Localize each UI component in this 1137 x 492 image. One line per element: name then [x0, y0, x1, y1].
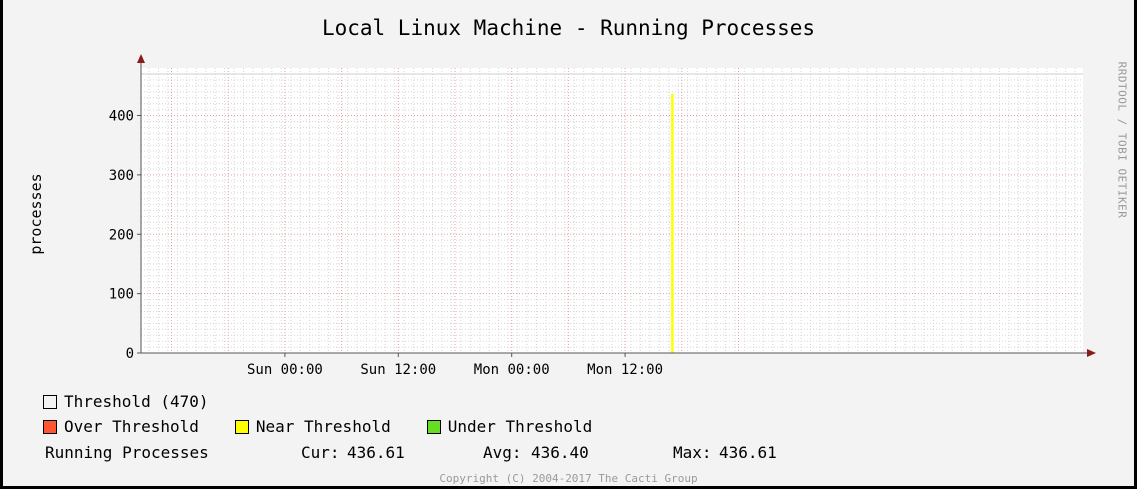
stats-series-label: Running Processes: [45, 443, 209, 462]
y-tick-label: 300: [109, 168, 134, 184]
copyright-text: Copyright (C) 2004-2017 The Cacti Group: [439, 472, 698, 485]
x-axis-arrow: [1087, 349, 1096, 357]
legend-swatch-threshold: [43, 394, 57, 409]
legend-item-threshold: Threshold (470): [43, 392, 209, 411]
legend-row-stats: Running Processes Cur: 436.61 Avg: 436.4…: [45, 443, 777, 462]
y-tick-label: 200: [109, 227, 134, 243]
stats-cur-label: Cur:: [301, 443, 340, 462]
y-tick-label: 100: [109, 287, 134, 303]
legend-row-levels: Over Threshold Near Threshold Under Thre…: [43, 417, 628, 436]
stats-cur-value: 436.61: [347, 443, 405, 462]
legend-label-under: Under Threshold: [447, 417, 593, 436]
x-tick-label: Mon 12:00: [587, 362, 663, 378]
legend-row-threshold: Threshold (470): [43, 392, 245, 411]
legend-item-near: Near Threshold: [234, 417, 391, 436]
legend-swatch-over: [43, 419, 57, 434]
stats-max-label: Max:: [673, 443, 712, 462]
legend-item-under: Under Threshold: [426, 417, 593, 436]
stats-avg-label: Avg:: [483, 443, 522, 462]
x-tick-label: Sun 00:00: [247, 362, 323, 378]
x-tick-label: Sun 12:00: [360, 362, 436, 378]
y-tick-label: 0: [126, 346, 134, 362]
legend-swatch-under: [426, 419, 441, 434]
y-tick-label: 400: [109, 109, 134, 125]
stats-avg-value: 436.40: [531, 443, 589, 462]
legend-label-over: Over Threshold: [64, 417, 199, 436]
legend-item-over: Over Threshold: [43, 417, 199, 436]
legend-label-near: Near Threshold: [255, 417, 391, 436]
stats-max-value: 436.61: [719, 443, 777, 462]
x-tick-label: Mon 00:00: [474, 362, 550, 378]
legend-swatch-near: [234, 419, 249, 434]
legend-label-threshold: Threshold (470): [64, 392, 209, 411]
y-axis-arrow: [137, 54, 145, 63]
